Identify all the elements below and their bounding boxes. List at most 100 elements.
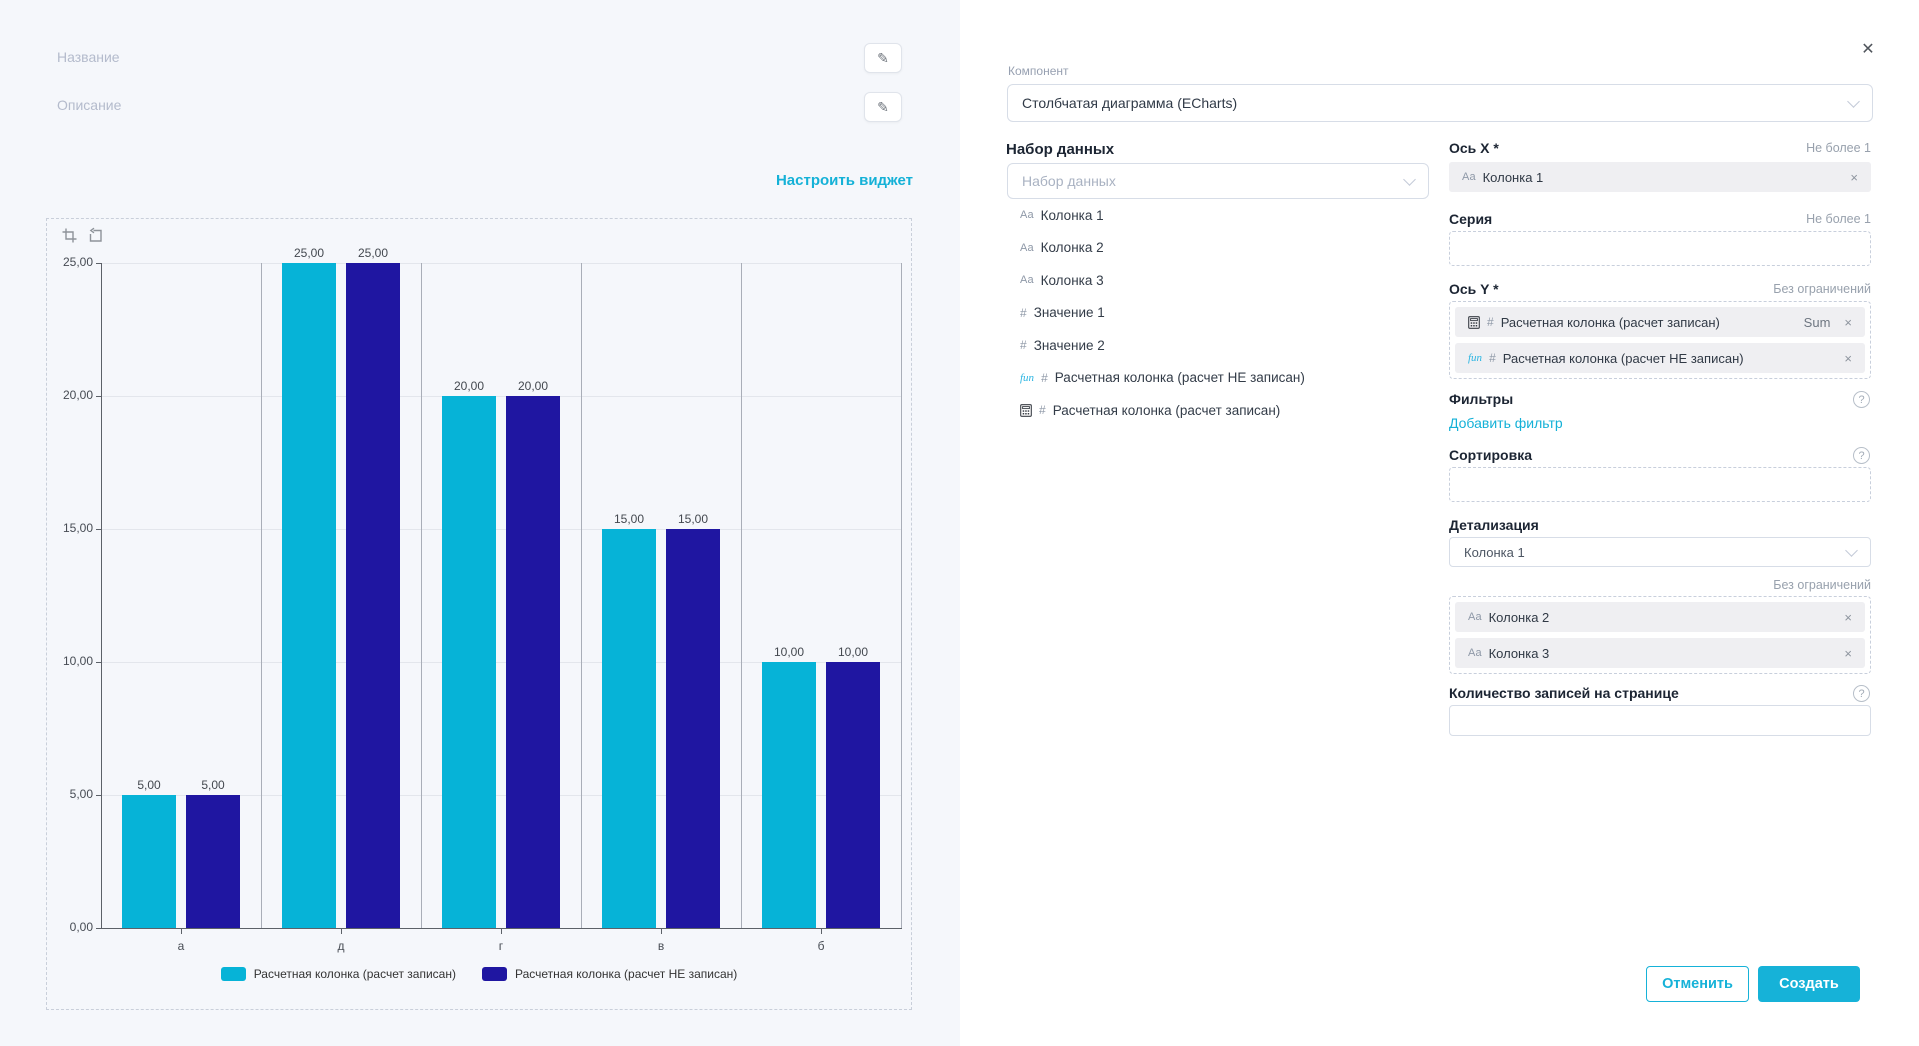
dataset-column-item[interactable]: # Расчетная колонка (расчет записан) [1020,400,1305,420]
dataset-column-list: Аа Колонка 1 Аа Колонка 2 Аа Колонка 3 #… [1020,205,1305,433]
chip-icons: Аа [1468,611,1482,623]
chip-icons: fun# [1468,351,1496,365]
number-type-icon: # [1039,403,1046,417]
x-tick-mark [501,929,502,934]
bar[interactable] [346,263,400,928]
legend-label: Расчетная колонка (расчет записан) [254,967,456,981]
axis-y-dropzone[interactable]: # Расчетная колонка (расчет записан) Sum… [1449,301,1871,379]
chip-label: Колонка 1 [1483,170,1544,185]
widget-name-field[interactable]: Название [57,49,120,65]
bar[interactable] [602,529,656,928]
add-filter-link[interactable]: Добавить фильтр [1449,415,1563,431]
column-label: Колонка 1 [1041,208,1104,223]
chart-toolbox [61,227,104,249]
dataset-column-item[interactable]: # Значение 2 [1020,335,1305,355]
legend-swatch-icon [482,967,507,981]
sorting-dropzone[interactable] [1449,467,1871,502]
dataset-column-item[interactable]: Аа Колонка 1 [1020,205,1305,225]
axis-x-limit: Не более 1 [1571,141,1871,155]
series-dropzone[interactable] [1449,231,1871,266]
dataset-column-item[interactable]: Аа Колонка 2 [1020,238,1305,258]
chip-remove-icon[interactable]: × [1844,351,1852,366]
dataset-title: Набор данных [1006,141,1114,158]
chip-icons: # [1468,315,1494,329]
selected-column-chip[interactable]: # Расчетная колонка (расчет записан) Sum… [1455,307,1865,337]
y-axis-line [101,263,102,928]
number-type-icon: # [1041,371,1048,385]
number-type-icon: # [1020,338,1027,352]
bar-value-label: 20,00 [503,379,563,393]
help-icon[interactable]: ? [1853,391,1870,408]
detail-dropzone[interactable]: Аа Колонка 2 × Аа Колонка 3 × [1449,596,1871,674]
edit-description-button[interactable]: ✎ [864,92,902,122]
bar-value-label: 25,00 [279,246,339,260]
configure-widget-link[interactable]: Настроить виджет [776,172,913,189]
chip-icons: Аа [1462,171,1476,183]
bar[interactable] [826,662,880,928]
edit-name-button[interactable]: ✎ [864,43,902,73]
detail-select[interactable]: Колонка 1 [1449,537,1871,567]
y-axis-tick-label: 15,00 [35,521,93,535]
x-gridline [261,263,262,928]
x-category-label: д [261,939,421,953]
series-label: Серия [1449,211,1492,227]
selected-column-chip[interactable]: fun# Расчетная колонка (расчет НЕ записа… [1455,343,1865,373]
bar-value-label: 5,00 [183,778,243,792]
create-button[interactable]: Создать [1758,966,1860,1002]
bar[interactable] [122,795,176,928]
column-type-icons: # [1020,338,1027,352]
legend-item[interactable]: Расчетная колонка (расчет НЕ записан) [482,967,737,981]
selected-column-chip[interactable]: Аа Колонка 2 × [1455,602,1865,632]
text-type-icon: Аа [1468,611,1482,623]
selected-column-chip[interactable]: Аа Колонка 3 × [1455,638,1865,668]
cancel-button[interactable]: Отменить [1646,966,1749,1002]
aggregation-tag[interactable]: Sum [1804,315,1831,330]
chip-remove-icon[interactable]: × [1844,315,1852,330]
column-type-icons: fun # [1020,371,1048,385]
x-category-label: г [421,939,581,953]
legend-label: Расчетная колонка (расчет НЕ записан) [515,967,737,981]
bar[interactable] [282,263,336,928]
axis-y-label: Ось Y * [1449,281,1499,297]
number-type-icon: # [1489,351,1496,365]
help-icon[interactable]: ? [1853,447,1870,464]
dataset-column-item[interactable]: Аа Колонка 3 [1020,270,1305,290]
bar-value-label: 15,00 [663,512,723,526]
pencil-icon: ✎ [877,50,889,67]
bar-value-label: 20,00 [439,379,499,393]
column-type-icons: Аа [1020,274,1034,286]
bar[interactable] [762,662,816,928]
y-axis-tick-label: 5,00 [35,787,93,801]
dataset-select[interactable]: Набор данных [1007,163,1429,199]
page-size-input[interactable] [1449,705,1871,736]
detail-select-value: Колонка 1 [1464,545,1525,560]
dataset-column-item[interactable]: fun# Расчетная колонка (расчет НЕ записа… [1020,368,1305,388]
x-gridline [741,263,742,928]
component-select-value: Столбчатая диаграмма (ECharts) [1022,95,1237,111]
bar[interactable] [442,396,496,928]
dataset-column-item[interactable]: # Значение 1 [1020,303,1305,323]
selected-column-chip[interactable]: Аа Колонка 1 × [1449,162,1871,192]
bar[interactable] [186,795,240,928]
bar[interactable] [666,529,720,928]
help-icon[interactable]: ? [1853,685,1870,702]
bar[interactable] [506,396,560,928]
bar-value-label: 5,00 [119,778,179,792]
function-type-icon: fun [1020,372,1034,384]
chip-remove-icon[interactable]: × [1844,610,1852,625]
y-axis-tick-label: 25,00 [35,255,93,269]
legend-swatch-icon [221,967,246,981]
data-zoom-icon[interactable] [61,227,78,249]
text-type-icon: Аа [1020,242,1034,254]
pencil-icon: ✎ [877,99,889,116]
chevron-down-icon [1847,95,1860,108]
chip-remove-icon[interactable]: × [1850,170,1858,185]
legend-item[interactable]: Расчетная колонка (расчет записан) [221,967,456,981]
chip-remove-icon[interactable]: × [1844,646,1852,661]
x-category-label: в [581,939,741,953]
component-select[interactable]: Столбчатая диаграмма (ECharts) [1007,84,1873,122]
close-icon[interactable]: ✕ [1857,38,1879,60]
widget-description-field[interactable]: Описание [57,97,121,113]
bar-value-label: 10,00 [759,645,819,659]
restore-icon[interactable] [87,227,104,249]
